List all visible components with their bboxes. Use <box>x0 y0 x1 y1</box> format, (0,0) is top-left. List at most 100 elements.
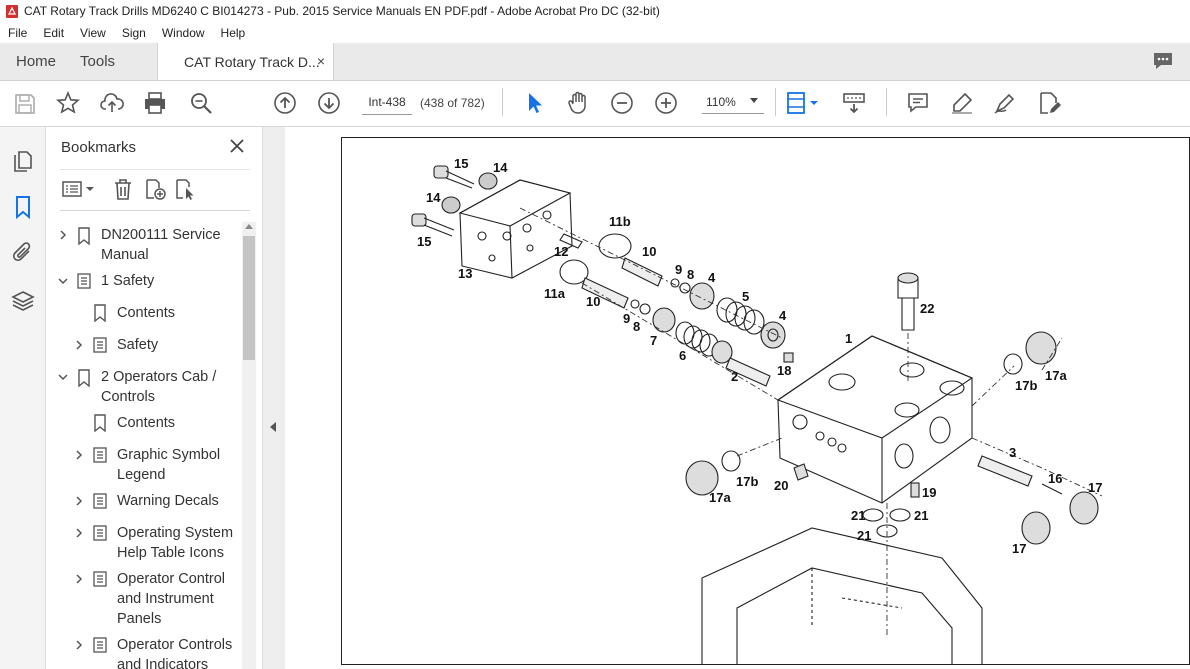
bookmark-item[interactable]: DN200111 Service Manual <box>52 225 242 265</box>
options-menu-icon[interactable] <box>62 178 96 200</box>
callout: 4 <box>708 270 716 285</box>
callout: 7 <box>650 333 657 348</box>
menu-edit[interactable]: Edit <box>35 26 72 40</box>
bookmark-icon <box>94 304 106 322</box>
bookmark-toolbar <box>60 169 250 211</box>
page-thumbnails-icon[interactable] <box>11 149 35 173</box>
bookmark-label: 1 Safety <box>101 273 155 289</box>
zoom-in-icon[interactable] <box>654 91 678 115</box>
comment-icon[interactable] <box>1152 51 1174 71</box>
bookmark-label: 2 Operators Cab / <box>101 369 217 385</box>
callout: 9 <box>623 311 630 326</box>
bookmark-item[interactable]: Contents <box>52 303 242 323</box>
chevron-right-icon[interactable] <box>74 574 84 584</box>
bookmark-item[interactable]: Operator Control and Instrument Panels <box>52 569 242 629</box>
menu-file[interactable]: File <box>0 26 35 40</box>
window-title: CAT Rotary Track Drills MD6240 C BI01427… <box>24 4 660 18</box>
menu-bar: File Edit View Sign Window Help <box>0 22 1190 43</box>
scroll-up-arrow-icon[interactable] <box>245 224 253 229</box>
bookmark-panel-icon[interactable] <box>11 195 35 219</box>
page-number-input[interactable]: Int-438 <box>362 90 412 115</box>
bookmark-label: Operating System <box>117 525 234 541</box>
collapse-panel-icon[interactable] <box>270 422 276 432</box>
callout: 5 <box>742 289 749 304</box>
scrollbar-thumb[interactable] <box>243 236 255 360</box>
bookmark-label: Graphic Symbol <box>117 447 221 463</box>
chevron-down-icon <box>750 98 758 103</box>
chevron-down-icon[interactable] <box>58 372 68 382</box>
menu-view[interactable]: View <box>72 26 114 40</box>
tab-home[interactable]: Home <box>0 43 72 80</box>
callout: 17 <box>1088 480 1102 495</box>
bookmark-item[interactable]: Contents <box>52 413 242 433</box>
menu-window[interactable]: Window <box>154 26 213 40</box>
next-page-icon[interactable] <box>317 91 341 115</box>
chevron-right-icon[interactable] <box>58 230 68 240</box>
bookmark-item[interactable]: Graphic Symbol Legend <box>52 445 242 485</box>
star-icon[interactable] <box>56 91 80 115</box>
bookmark-item[interactable]: Operating System Help Table Icons <box>52 523 242 563</box>
callout: 17a <box>1045 368 1067 383</box>
bookmark-item[interactable]: Operator Controls and Indicators <box>52 635 242 669</box>
panel-splitter[interactable] <box>262 127 286 669</box>
callout: 8 <box>633 319 640 334</box>
tab-document[interactable]: CAT Rotary Track D... × <box>157 43 335 80</box>
callout: 19 <box>922 485 936 500</box>
edit-pdf-icon[interactable] <box>1037 91 1061 115</box>
chevron-right-icon[interactable] <box>74 528 84 538</box>
tab-close-icon[interactable]: × <box>317 53 325 69</box>
search-zoom-icon[interactable] <box>189 91 213 115</box>
chevron-down-icon[interactable] <box>58 276 68 286</box>
find-bookmark-icon[interactable] <box>174 178 196 200</box>
callout: 21 <box>851 508 865 523</box>
bookmark-icon <box>94 414 106 432</box>
chevron-right-icon[interactable] <box>74 640 84 650</box>
callout: 14 <box>426 190 441 205</box>
bookmark-item[interactable]: Warning Decals <box>52 491 242 511</box>
menu-help[interactable]: Help <box>213 26 254 40</box>
bookmark-label: Operator Control <box>117 571 225 587</box>
bookmark-label: Contents <box>117 305 176 321</box>
pdf-page: 15 14 14 15 13 12 11b 10 11a 10 9 8 4 5 … <box>341 137 1190 665</box>
bookmark-item[interactable]: 1 Safety <box>52 271 242 291</box>
exploded-parts-diagram: 15 14 14 15 13 12 11b 10 11a 10 9 8 4 5 … <box>411 156 1102 664</box>
highlight-icon[interactable] <box>950 91 974 115</box>
scroll-mode-icon[interactable] <box>842 91 866 115</box>
delete-icon[interactable] <box>112 178 134 200</box>
previous-page-icon[interactable] <box>273 91 297 115</box>
chevron-right-icon[interactable] <box>74 340 84 350</box>
upload-cloud-icon[interactable] <box>100 91 124 115</box>
hand-tool-icon[interactable] <box>566 91 590 115</box>
bookmark-tree-icon <box>77 273 91 289</box>
menu-sign[interactable]: Sign <box>114 26 154 40</box>
select-pointer-icon[interactable] <box>523 91 547 115</box>
new-bookmark-icon[interactable] <box>144 178 166 200</box>
chevron-right-icon[interactable] <box>74 496 84 506</box>
fill-sign-icon[interactable] <box>993 91 1017 115</box>
bookmark-item[interactable]: Safety <box>52 335 242 355</box>
bookmark-item[interactable]: 2 Operators Cab / Controls <box>52 367 242 407</box>
layers-icon[interactable] <box>11 289 35 313</box>
chevron-right-icon[interactable] <box>74 450 84 460</box>
attachment-icon[interactable] <box>11 241 35 265</box>
close-icon[interactable] <box>228 137 246 155</box>
callout: 15 <box>417 234 431 249</box>
page-count: (438 of 782) <box>420 96 485 110</box>
bookmark-tree-icon <box>93 337 107 353</box>
page-display-icon[interactable] <box>786 91 822 115</box>
print-icon[interactable] <box>143 91 167 115</box>
zoom-out-icon[interactable] <box>610 91 634 115</box>
save-icon[interactable] <box>13 92 37 116</box>
callout: 1 <box>845 331 852 346</box>
callout: 17b <box>1015 378 1037 393</box>
callout: 11b <box>609 214 631 229</box>
callout: 9 <box>675 262 682 277</box>
tab-tools[interactable]: Tools <box>72 43 131 80</box>
bookmark-icon <box>78 369 90 387</box>
left-navigation-rail <box>0 127 46 669</box>
zoom-level-select[interactable]: 110% <box>702 90 764 114</box>
acrobat-app-icon <box>6 4 18 18</box>
callout: 16 <box>1048 471 1062 486</box>
tab-document-label: CAT Rotary Track D... <box>184 53 320 70</box>
add-comment-icon[interactable] <box>906 91 930 115</box>
